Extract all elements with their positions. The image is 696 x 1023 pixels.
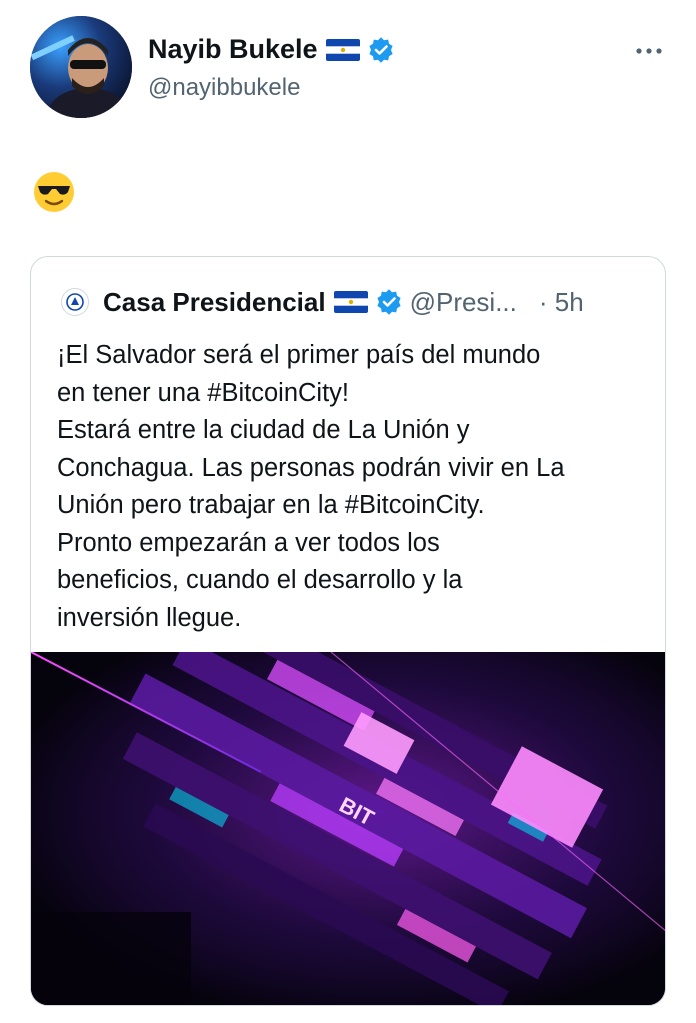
quoted-tweet-time[interactable]: · 5h (539, 287, 584, 318)
quote-text-line: inversión llegue. (57, 603, 242, 632)
el-salvador-flag-icon (333, 291, 368, 313)
quoted-author-name[interactable]: Casa Presidencial (103, 287, 326, 318)
quote-text-line: en tener una #BitcoinCity! (57, 378, 350, 407)
author-name[interactable]: Nayib Bukele (148, 34, 318, 65)
author-name-row[interactable]: Nayib Bukele (148, 34, 394, 65)
quoted-tweet-header: Casa Presidencial @Presi... · 5h (61, 285, 584, 319)
author-handle[interactable]: @nayibbukele (148, 74, 300, 102)
el-salvador-flag-icon (325, 38, 360, 61)
quote-text-line: Estará entre la ciudad de La Unión y (57, 416, 470, 444)
quoted-tweet-image[interactable]: BIT (31, 608, 665, 1005)
more-options-button[interactable] (636, 36, 662, 56)
quoted-author-avatar[interactable] (61, 288, 89, 316)
quote-text-line: Conchagua. Las personas podrán vivir en … (57, 453, 565, 482)
quoted-author-handle[interactable]: @Presi... (410, 287, 517, 318)
tweet-header: Nayib Bukele @nayibbukele (30, 16, 670, 120)
quote-text-line: Pronto empezarán a ver todos los (57, 528, 440, 557)
quote-text-line: beneficios, cuando el desarrollo y la (57, 566, 463, 594)
quoted-tweet-text: ¡El Salvador será el primer país del mun… (57, 337, 647, 637)
quoted-tweet-card[interactable]: Casa Presidencial @Presi... · 5h ¡El Sal… (30, 256, 666, 1006)
author-avatar[interactable] (30, 16, 132, 118)
quote-text-line: ¡El Salvador será el primer país del mun… (57, 341, 541, 369)
more-horizontal-icon (636, 48, 662, 54)
verified-badge-icon (368, 36, 393, 63)
sunglasses-emoji-icon (34, 172, 74, 212)
verified-badge-icon (376, 289, 401, 315)
quote-text-line: Unión pero trabajar en la #BitcoinCity. (57, 491, 485, 519)
